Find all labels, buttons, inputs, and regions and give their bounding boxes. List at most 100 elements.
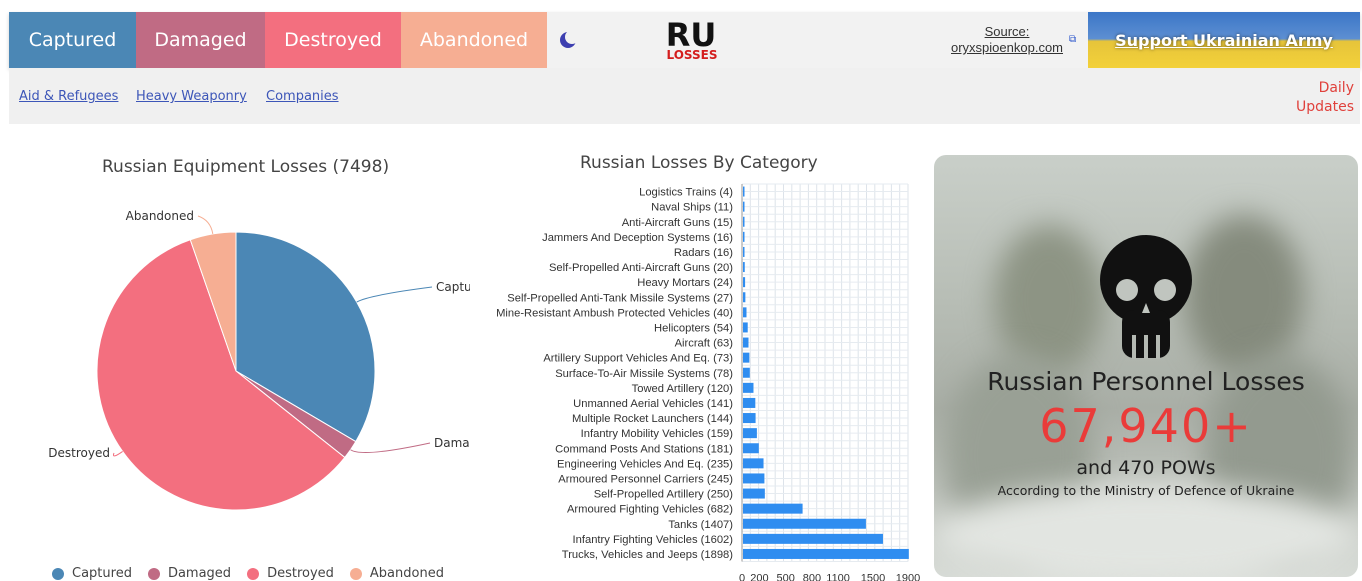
bar-category-label: Command Posts And Stations (181): [555, 443, 733, 455]
x-tick-label: 1500: [861, 573, 885, 581]
bar-category-label: Mine-Resistant Ambush Protected Vehicles…: [496, 307, 733, 319]
source-link[interactable]: Source: oryxspioenkop.com: [937, 24, 1077, 56]
bar[interactable]: [743, 382, 754, 393]
pie-icon: [147, 567, 160, 580]
bar[interactable]: [743, 322, 748, 333]
bar-category-label: Multiple Rocket Launchers (144): [572, 413, 733, 425]
bar[interactable]: [743, 548, 909, 559]
personnel-count: 67,940+: [1039, 399, 1253, 453]
personnel-title: Russian Personnel Losses: [987, 367, 1305, 396]
bar-category-label: Jammers And Deception Systems (16): [542, 232, 733, 244]
pie-icon: [52, 567, 64, 580]
pie-connector-captured: [356, 286, 433, 303]
tab-damaged[interactable]: Damaged: [136, 12, 265, 68]
bar-category-label: Armoured Fighting Vehicles (682): [567, 504, 733, 516]
bar[interactable]: [743, 307, 747, 318]
bar-category-label: Self-Propelled Artillery (250): [594, 489, 734, 501]
bar[interactable]: [743, 246, 745, 257]
background-snow: [934, 485, 1358, 577]
x-tick-label: 1100: [826, 573, 850, 581]
legend-item-abandoned[interactable]: Abandoned: [349, 566, 444, 581]
moon-icon[interactable]: [547, 12, 589, 68]
pie-connector-abandoned: [197, 215, 214, 235]
pie-legend: Captured Damaged Destroyed Abandoned: [52, 566, 460, 581]
bar[interactable]: [743, 473, 765, 484]
pie-chart: CapturedDamagedDestroyedAbandoned: [48, 209, 470, 511]
pie-icon: [349, 567, 362, 580]
bar[interactable]: [743, 518, 866, 529]
skull-icon: [1100, 235, 1192, 359]
bar-category-label: Helicopters (54): [654, 322, 733, 334]
daily-updates-link[interactable]: Daily Updates: [1296, 79, 1354, 117]
bar[interactable]: [743, 337, 749, 348]
bar-category-label: Self-Propelled Anti-Aircraft Guns (20): [549, 262, 733, 274]
pie-connector-damaged: [350, 442, 431, 453]
bar-category-label: Aircraft (63): [675, 338, 734, 350]
bar[interactable]: [743, 262, 745, 273]
bar-category-label: Tanks (1407): [668, 519, 733, 531]
bar-category-label: Armoured Personnel Carriers (245): [558, 473, 733, 485]
bar[interactable]: [743, 201, 745, 212]
bar[interactable]: [743, 413, 756, 424]
background-soldier: [1184, 215, 1304, 375]
bar[interactable]: [743, 277, 746, 288]
legend-item-damaged[interactable]: Damaged: [147, 566, 232, 581]
bar[interactable]: [743, 503, 803, 514]
bar-category-label: Infantry Fighting Vehicles (1602): [573, 534, 734, 546]
bar-category-label: Self-Propelled Anti-Tank Missile Systems…: [507, 292, 733, 304]
bar-category-label: Heavy Mortars (24): [637, 277, 733, 289]
legend-label: Abandoned: [369, 566, 444, 581]
daily-label: Daily: [1318, 80, 1354, 96]
bar-category-label: Artillery Support Vehicles And Eq. (73): [543, 353, 733, 365]
bar-category-label: Logistics Trains (4): [639, 187, 733, 199]
top-navigation-bar: Captured Damaged Destroyed Abandoned RU …: [9, 12, 1360, 68]
bar-category-label: Anti-Aircraft Guns (15): [622, 217, 734, 229]
bar[interactable]: [743, 397, 756, 408]
pie-connector-destroyed: [112, 451, 123, 457]
tab-destroyed[interactable]: Destroyed: [265, 12, 401, 68]
bar[interactable]: [743, 186, 745, 197]
legend-label: Damaged: [167, 566, 232, 581]
personnel-note: According to the Ministry of Defence of …: [997, 483, 1295, 498]
x-tick-label: 1900: [896, 573, 920, 581]
x-tick-label: 800: [803, 573, 821, 581]
svg-text:LOSSES: LOSSES: [666, 48, 717, 62]
bar-category-label: Radars (16): [674, 247, 733, 259]
bar[interactable]: [743, 231, 745, 242]
ru-losses-logo[interactable]: RU LOSSES: [659, 18, 723, 62]
external-link-icon: ⧉: [1069, 34, 1077, 45]
bar-category-label: Towed Artillery (120): [632, 383, 734, 395]
bar[interactable]: [743, 352, 750, 363]
legend-item-destroyed[interactable]: Destroyed: [247, 566, 334, 581]
personnel-losses-card: Russian Personnel Losses 67,940+ and 470…: [934, 155, 1358, 577]
pie-icon: [247, 567, 260, 580]
bar[interactable]: [743, 292, 746, 303]
tab-abandoned[interactable]: Abandoned: [401, 12, 547, 68]
background-soldier: [994, 225, 1104, 375]
support-label: Support Ukrainian Army: [1115, 30, 1333, 50]
bar[interactable]: [743, 428, 757, 439]
tab-captured[interactable]: Captured: [9, 12, 136, 68]
pie-chart-title: Russian Equipment Losses (7498): [102, 157, 390, 177]
bar[interactable]: [743, 458, 764, 469]
bar-category-label: Surface-To-Air Missile Systems (78): [555, 368, 733, 380]
link-aid-refugees[interactable]: Aid & Refugees: [19, 89, 118, 104]
support-ukrainian-army-button[interactable]: Support Ukrainian Army: [1088, 12, 1360, 68]
x-tick-label: 500: [777, 573, 795, 581]
bar-category-label: Unmanned Aerial Vehicles (141): [573, 398, 733, 410]
bar-chart: Logistics Trains (4) Naval Ships (11) Anti…: [496, 183, 920, 581]
source-url[interactable]: oryxspioenkop.com: [951, 40, 1063, 55]
legend-label: Captured: [72, 566, 132, 581]
bar[interactable]: [743, 443, 759, 454]
bar[interactable]: [743, 488, 765, 499]
bar-category-label: Engineering Vehicles And Eq. (235): [557, 458, 733, 470]
updates-label: Updates: [1296, 99, 1354, 115]
pie-label-destroyed: Destroyed: [48, 446, 110, 460]
link-companies[interactable]: Companies: [266, 89, 339, 104]
bar[interactable]: [743, 533, 883, 544]
personnel-pows: and 470 POWs: [1076, 457, 1216, 479]
legend-item-captured[interactable]: Captured: [52, 566, 132, 581]
link-heavy-weaponry[interactable]: Heavy Weaponry: [136, 89, 247, 104]
bar[interactable]: [743, 216, 745, 227]
bar[interactable]: [743, 367, 750, 378]
